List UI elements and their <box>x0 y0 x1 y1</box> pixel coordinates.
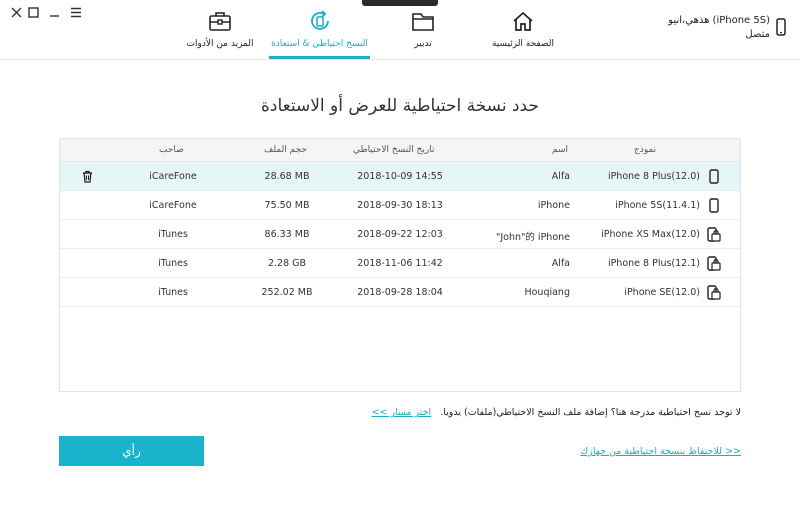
device-phone-icon <box>776 18 786 40</box>
locked-phone-icon <box>707 256 721 274</box>
header-date: تاريخ النسخ الاحتياطي <box>353 145 435 155</box>
cell-size: 252.02 MB <box>261 287 313 298</box>
tab-backup-restore-label: النسخ احتياطي & استعادة <box>271 39 368 49</box>
cell-owner: iTunes <box>158 287 188 298</box>
device-status: متصل <box>745 29 770 40</box>
cell-owner: iCareFone <box>149 171 197 182</box>
cell-model: iPhone 8 Plus(12.0) <box>607 171 700 182</box>
backup-device-link[interactable]: للاحتفاظ بنسخة احتياطية من جهازك >> <box>580 446 741 457</box>
hamburger-menu-icon <box>71 7 81 17</box>
maximize-window-button[interactable] <box>25 4 41 20</box>
locked-phone-icon <box>707 227 721 245</box>
page-title: حدد نسخة احتياطية للعرض أو الاستعادة <box>261 96 539 116</box>
home-icon <box>510 8 536 34</box>
cell-owner: iCareFone <box>149 200 197 211</box>
table-row[interactable]: iCareFone 28.68 MB 2018-10-09 14:55 Alfa… <box>60 162 740 191</box>
cell-name: Houqiang <box>524 287 570 298</box>
tab-home[interactable]: الصفحة الرئيسية <box>490 8 556 58</box>
choose-path-link[interactable]: اختر مسار >> <box>372 407 432 418</box>
folder-icon <box>410 8 436 34</box>
table-row[interactable]: iTunes 2.28 GB 2018-11-06 11:42 Alfa iPh… <box>60 249 740 278</box>
cell-size: 2.28 GB <box>267 258 307 269</box>
cell-name: Alfa <box>551 171 570 182</box>
table-row[interactable]: iTunes 86.33 MB 2018-09-22 12:03 "John"的… <box>60 220 740 249</box>
device-name: هذهي،انيو (iPhone 5S) <box>668 15 770 26</box>
view-button[interactable]: رأي <box>59 436 204 466</box>
cell-name: iPhone <box>537 200 570 211</box>
header-model: نموذج <box>634 145 657 155</box>
table-row[interactable]: iTunes 252.02 MB 2018-09-28 18:04 Houqia… <box>60 278 740 307</box>
tab-backup-restore[interactable]: النسخ احتياطي & استعادة <box>269 8 370 58</box>
window-handle[interactable] <box>362 0 438 6</box>
close-window-button[interactable] <box>8 4 24 20</box>
cell-owner: iTunes <box>158 229 188 240</box>
top-bar: المزيد من الأدوات النسخ احتياطي & استعاد… <box>0 0 800 60</box>
header-name: اسم <box>552 145 569 155</box>
minimize-window-button[interactable] <box>46 4 62 20</box>
cell-name: "John"的 iPhone <box>496 232 570 243</box>
phone-icon <box>709 169 719 187</box>
cell-date: 2018-09-30 18:13 <box>357 200 443 211</box>
manual-add-note: لا توجد نسخ احتياطية مدرجة هنا؟ إضافة مل… <box>372 407 741 418</box>
minimize-icon <box>49 14 59 17</box>
cell-date: 2018-09-28 18:04 <box>357 287 443 298</box>
close-icon <box>11 7 21 17</box>
tab-more-tools[interactable]: المزيد من الأدوات <box>186 8 254 58</box>
maximize-icon <box>27 6 39 18</box>
cell-size: 75.50 MB <box>264 200 310 211</box>
cell-size: 86.33 MB <box>264 229 310 240</box>
backup-table: صاحب حجم الملف تاريخ النسخ الاحتياطي اسم… <box>59 138 741 392</box>
header-owner: صاحب <box>159 145 184 155</box>
menu-button[interactable] <box>68 4 84 20</box>
cell-date: 2018-09-22 12:03 <box>357 229 443 240</box>
tab-manage-label: تدبير <box>414 39 432 49</box>
cell-model: iPhone 5S(11.4.1) <box>615 200 700 211</box>
device-info: هذهي،انيو (iPhone 5S) متصل <box>668 14 770 42</box>
backup-restore-icon <box>307 8 333 34</box>
tab-manage[interactable]: تدبير <box>398 8 448 58</box>
cell-date: 2018-11-06 11:42 <box>357 258 443 269</box>
table-header: صاحب حجم الملف تاريخ النسخ الاحتياطي اسم… <box>60 139 740 162</box>
tab-home-label: الصفحة الرئيسية <box>491 39 555 49</box>
tab-more-tools-label: المزيد من الأدوات <box>186 39 254 49</box>
toolbox-icon <box>207 8 233 34</box>
cell-model: iPhone 8 Plus(12.1) <box>607 258 700 269</box>
trash-icon[interactable] <box>82 170 93 186</box>
cell-size: 28.68 MB <box>264 171 310 182</box>
phone-icon <box>709 198 719 216</box>
table-row[interactable]: iCareFone 75.50 MB 2018-09-30 18:13 iPho… <box>60 191 740 220</box>
cell-name: Alfa <box>551 258 570 269</box>
cell-date: 2018-10-09 14:55 <box>357 171 443 182</box>
cell-owner: iTunes <box>158 258 188 269</box>
locked-phone-icon <box>707 285 721 303</box>
cell-model: iPhone XS Max(12.0) <box>601 229 700 240</box>
header-size: حجم الملف <box>264 145 307 155</box>
cell-model: iPhone SE(12.0) <box>624 287 700 298</box>
active-tab-indicator <box>269 56 370 59</box>
manual-add-text: لا توجد نسخ احتياطية مدرجة هنا؟ إضافة مل… <box>440 407 741 418</box>
